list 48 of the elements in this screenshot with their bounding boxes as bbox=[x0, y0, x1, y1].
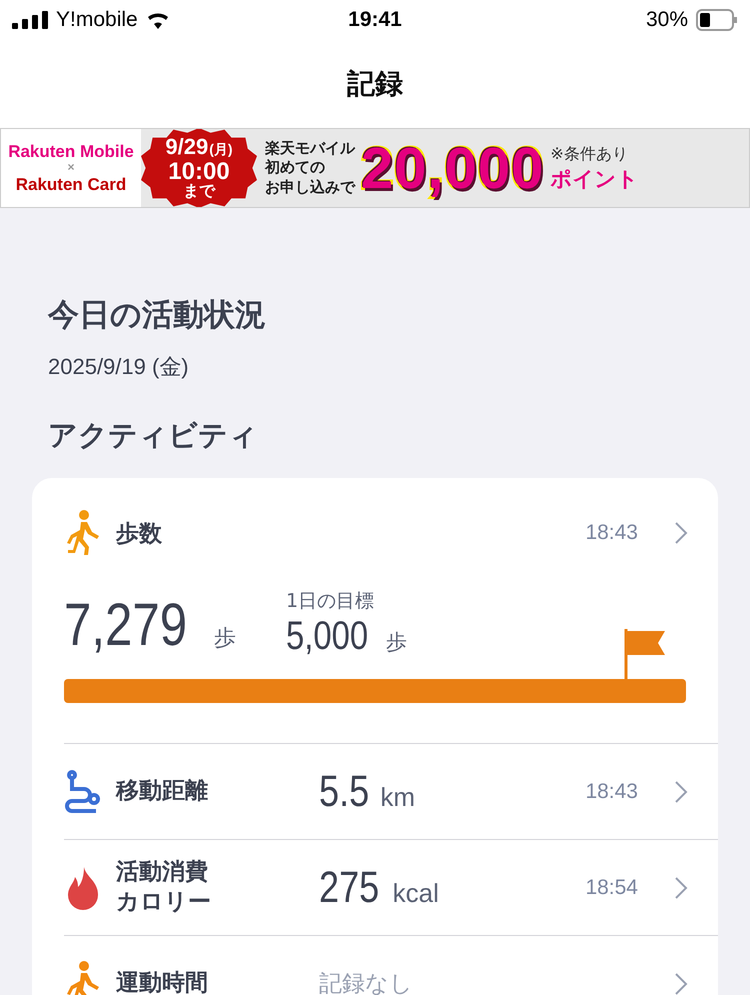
battery-icon bbox=[696, 9, 738, 31]
wifi-icon bbox=[146, 11, 170, 29]
goal-label: 1日の目標 bbox=[286, 589, 376, 614]
chevron-icon bbox=[674, 972, 688, 995]
brand-text: × bbox=[67, 161, 74, 175]
deadline-until: まで bbox=[183, 184, 215, 201]
route-icon bbox=[64, 768, 102, 814]
metric-label: 移動距離 bbox=[116, 776, 209, 806]
deadline-time: 10:00 bbox=[168, 158, 230, 184]
walking-person-icon bbox=[64, 510, 102, 556]
metric-value: 275 bbox=[319, 862, 380, 912]
page-title: 記録 bbox=[347, 66, 403, 102]
conditions-note: ※条件あり bbox=[550, 144, 629, 164]
deadline-date: 9/29 bbox=[165, 135, 208, 159]
unit-text: kcal bbox=[392, 878, 439, 908]
section-heading: 今日の活動状況 bbox=[48, 296, 267, 335]
unit-text: 歩 bbox=[386, 630, 408, 656]
chevron-icon bbox=[674, 780, 688, 804]
signal-icon bbox=[12, 11, 48, 29]
deadline-weekday: (月) bbox=[209, 142, 233, 158]
metric-value: 5.5 bbox=[319, 766, 370, 816]
date-text: 2025/9/19 (金) bbox=[48, 353, 190, 381]
update-time: 18:43 bbox=[585, 521, 638, 545]
goal-value: 5,000 bbox=[286, 614, 368, 659]
carrier-name: Y!mobile bbox=[56, 8, 138, 32]
brand-text: Rakuten Mobile bbox=[8, 142, 134, 162]
activity-heading: アクティビティ bbox=[48, 417, 259, 454]
battery-percent: 30% bbox=[646, 8, 688, 32]
steps-value: 7,279 bbox=[64, 590, 188, 659]
points-amount: 20,000 bbox=[361, 134, 544, 202]
brand-text: Rakuten Card bbox=[16, 174, 126, 194]
metric-label: 活動消費カロリー bbox=[116, 858, 212, 916]
chevron-icon bbox=[674, 521, 688, 545]
update-time: 18:43 bbox=[585, 780, 638, 804]
update-time: 18:54 bbox=[585, 876, 638, 900]
clock-time: 19:41 bbox=[348, 8, 402, 32]
unit-text: 歩 bbox=[214, 624, 236, 652]
metric-label: 歩数 bbox=[116, 520, 163, 548]
promo-text: 楽天モバイル bbox=[265, 138, 355, 158]
unit-text: km bbox=[380, 782, 416, 812]
walking-person-icon bbox=[64, 960, 102, 995]
chevron-icon bbox=[674, 876, 688, 900]
promo-text: お申し込みで bbox=[265, 178, 355, 198]
promo-text: 初めての bbox=[265, 158, 326, 178]
no-record-text: 記録なし bbox=[319, 970, 414, 995]
metric-label: 運動時間 bbox=[116, 968, 209, 995]
points-unit: ポイント bbox=[550, 166, 638, 192]
flag-icon bbox=[624, 629, 666, 679]
